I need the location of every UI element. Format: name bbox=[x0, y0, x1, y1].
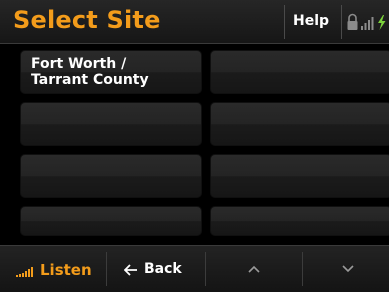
site-tile-label: Fort Worth / Tarrant County bbox=[31, 56, 149, 88]
header-bar: Select Site Help bbox=[0, 0, 389, 44]
back-arrow-icon bbox=[124, 264, 137, 276]
chevron-down-icon bbox=[342, 265, 354, 273]
site-tile[interactable] bbox=[210, 206, 389, 236]
site-tile[interactable] bbox=[210, 50, 389, 94]
back-label: Back bbox=[144, 261, 182, 277]
volume-bars-icon bbox=[16, 267, 33, 277]
signal-strength-icon bbox=[361, 17, 374, 30]
site-tile[interactable] bbox=[20, 206, 202, 236]
listen-label: Listen bbox=[40, 261, 92, 279]
help-button[interactable]: Help bbox=[293, 13, 329, 29]
page-title: Select Site bbox=[13, 6, 161, 34]
status-icons bbox=[346, 12, 389, 32]
site-tile[interactable] bbox=[20, 154, 202, 198]
bottom-toolbar: Listen Back bbox=[0, 245, 389, 292]
header-divider bbox=[341, 5, 342, 39]
site-tile[interactable]: Fort Worth / Tarrant County bbox=[20, 50, 202, 94]
site-grid: Fort Worth / Tarrant County bbox=[0, 50, 389, 236]
select-site-screen: Select Site Help Fort Worth / Tarrant Co… bbox=[0, 0, 389, 292]
scroll-up-button[interactable] bbox=[206, 246, 302, 292]
charging-bolt-icon bbox=[378, 15, 386, 30]
site-tile[interactable] bbox=[20, 102, 202, 146]
header-divider bbox=[284, 5, 285, 39]
site-tile[interactable] bbox=[210, 154, 389, 198]
listen-button[interactable]: Listen bbox=[0, 246, 105, 292]
lock-icon bbox=[347, 13, 358, 30]
chevron-up-icon bbox=[248, 265, 260, 273]
site-tile[interactable] bbox=[210, 102, 389, 146]
back-button[interactable]: Back bbox=[107, 246, 205, 292]
scroll-down-button[interactable] bbox=[303, 246, 389, 292]
